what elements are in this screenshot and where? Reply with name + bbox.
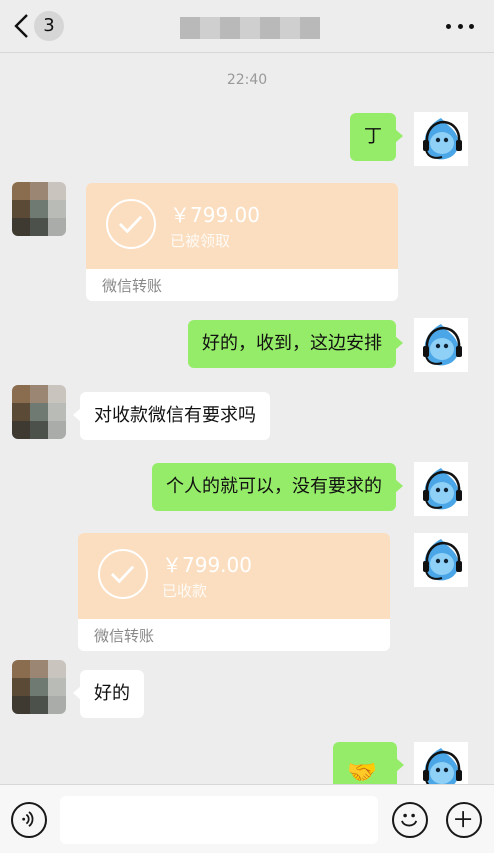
headset-mascot-icon <box>423 118 462 160</box>
check-circle-icon <box>98 549 148 599</box>
headset-mascot-icon <box>423 468 462 510</box>
my-avatar[interactable] <box>414 462 468 516</box>
message-input[interactable] <box>60 796 378 844</box>
transfer-footer-label: 微信转账 <box>102 277 163 295</box>
input-bar <box>0 784 494 853</box>
transfer-card-body: ￥799.00 已被领取 <box>86 183 398 269</box>
transfer-status: 已被领取 <box>170 232 231 250</box>
more-button[interactable] <box>446 16 474 36</box>
contact-avatar-pixelated[interactable] <box>12 660 66 714</box>
transfer-amount: ￥799.00 <box>170 203 260 227</box>
back-button[interactable]: 3 <box>12 10 72 42</box>
transfer-footer-label: 微信转账 <box>94 627 155 645</box>
more-actions-button[interactable] <box>446 802 482 838</box>
top-bar: 3 <box>0 0 494 53</box>
emoji-button[interactable] <box>392 802 428 838</box>
unread-count-badge: 3 <box>34 11 64 41</box>
voice-icon <box>22 811 34 827</box>
more-dots-icon <box>446 23 451 29</box>
transfer-status: 已收款 <box>162 582 208 600</box>
chat-title-pixelated <box>180 17 320 39</box>
my-avatar[interactable] <box>414 318 468 372</box>
smiley-icon <box>401 813 418 827</box>
message-timestamp: 22:40 <box>226 72 268 88</box>
my-avatar[interactable] <box>414 112 468 166</box>
message-bubble-sent[interactable]: 个人的就可以，没有要求的 <box>152 463 403 511</box>
message-bubble-sent[interactable]: 好的，收到，这边安排 <box>188 320 403 368</box>
headset-mascot-icon <box>423 324 462 366</box>
chevron-left-icon <box>14 14 28 38</box>
message-bubble-sent[interactable]: 丁 <box>350 113 403 161</box>
plus-icon <box>455 811 472 828</box>
my-avatar[interactable] <box>414 533 468 587</box>
transfer-card-sent[interactable]: ￥799.00 已收款 微信转账 <box>78 533 390 651</box>
voice-button[interactable] <box>11 802 47 838</box>
headset-mascot-icon <box>423 539 462 581</box>
transfer-card-received[interactable]: ￥799.00 已被领取 微信转账 <box>86 183 398 301</box>
contact-avatar-pixelated[interactable] <box>12 182 66 236</box>
handshake-icon: 🤝 <box>347 758 377 786</box>
check-circle-icon <box>106 199 156 249</box>
contact-avatar-pixelated[interactable] <box>12 385 66 439</box>
message-bubble-received[interactable]: 对收款微信有要求吗 <box>73 392 270 440</box>
transfer-amount: ￥799.00 <box>162 553 252 577</box>
message-bubble-received[interactable]: 好的 <box>73 670 144 718</box>
transfer-card-body: ￥799.00 已收款 <box>78 533 390 619</box>
